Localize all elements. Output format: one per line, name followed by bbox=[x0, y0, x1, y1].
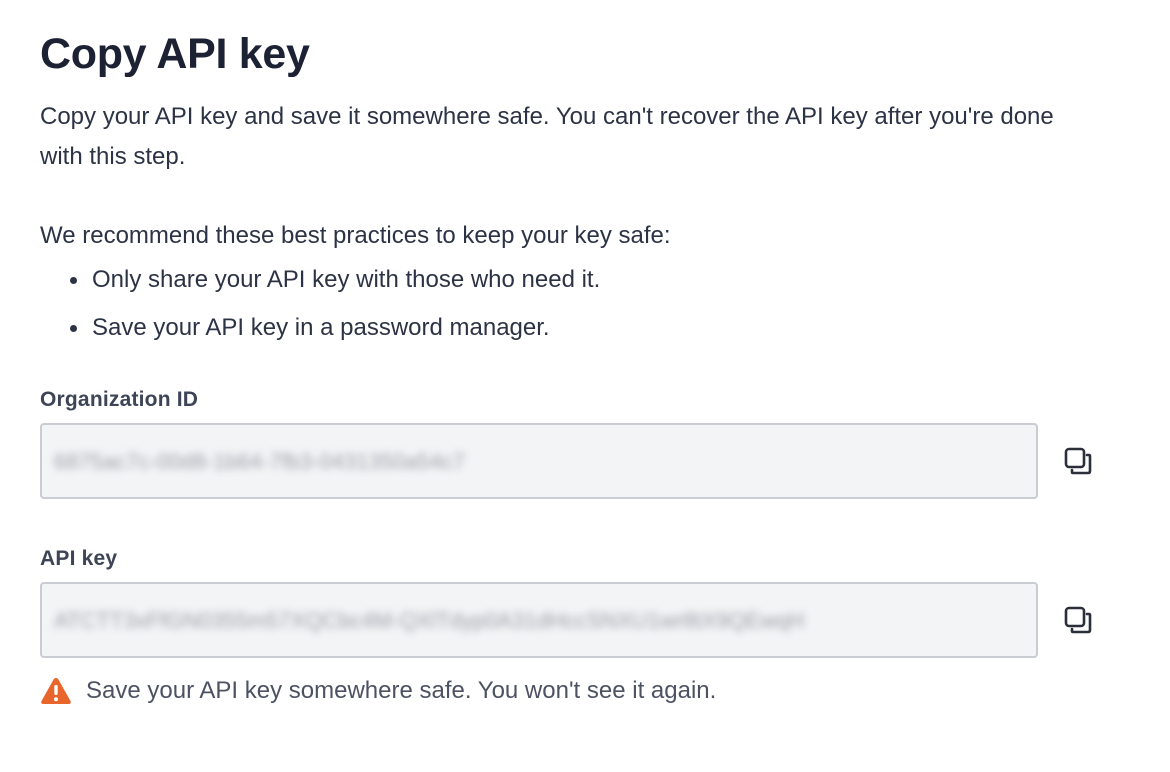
organization-id-value: 6875ac7c-00d8-1b64-7fb3-0431350a54c7 bbox=[54, 449, 466, 474]
warning-message: Save your API key somewhere safe. You wo… bbox=[40, 674, 716, 708]
copy-api-key-button[interactable] bbox=[1058, 600, 1098, 640]
api-key-field[interactable]: ATCTT3xFfGN0355m57XQCbc4M-QXlTdyp0A31dHc… bbox=[40, 582, 1038, 658]
api-key-row: ATCTT3xFfGN0355m57XQCbc4M-QXlTdyp0A31dHc… bbox=[40, 582, 1110, 658]
page-title: Copy API key bbox=[40, 30, 310, 78]
organization-id-label: Organization ID bbox=[40, 388, 199, 411]
intro-text: Copy your API key and save it somewhere … bbox=[40, 103, 1054, 170]
api-key-value: ATCTT3xFfGN0355m57XQCbc4M-QXlTdyp0A31dHc… bbox=[54, 608, 805, 633]
organization-id-field[interactable]: 6875ac7c-00d8-1b64-7fb3-0431350a54c7 bbox=[40, 423, 1038, 499]
warning-text: Save your API key somewhere safe. You wo… bbox=[86, 677, 717, 704]
warning-triangle-icon bbox=[41, 678, 71, 704]
copy-icon bbox=[1064, 606, 1092, 634]
copy-icon bbox=[1064, 447, 1092, 475]
copy-api-key-panel: Copy API key Copy your API key and save … bbox=[40, 28, 1130, 704]
best-practice-item: Save your API key in a password manager. bbox=[70, 304, 1130, 352]
best-practice-item: Only share your API key with those who n… bbox=[70, 256, 1130, 304]
organization-id-row: 6875ac7c-00d8-1b64-7fb3-0431350a54c7 bbox=[40, 423, 1110, 499]
copy-organization-id-button[interactable] bbox=[1058, 441, 1098, 481]
best-practices-list: Only share your API key with those who n… bbox=[40, 256, 1130, 352]
recommendation-text: We recommend these best practices to kee… bbox=[40, 222, 671, 249]
api-key-label: API key bbox=[40, 547, 118, 570]
